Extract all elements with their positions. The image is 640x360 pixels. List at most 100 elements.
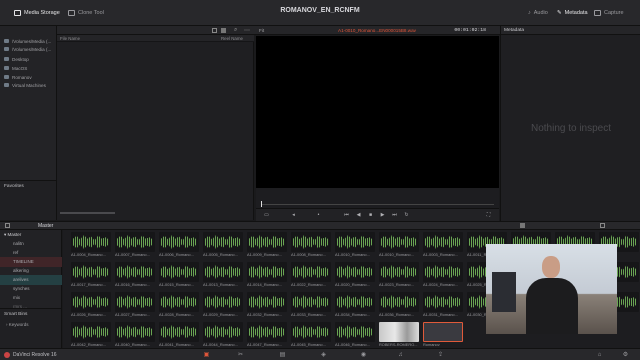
keywords-bin[interactable]: › Keywords — [6, 322, 29, 327]
clip-thumbnail[interactable]: A1-0029_Romano... — [203, 292, 243, 319]
clip-thumbnail[interactable]: A1-0026_Romano... — [71, 292, 111, 319]
clip-thumbnail[interactable]: A1-0009_Romano... — [247, 232, 287, 259]
clip-thumbnail[interactable]: A1-0015_Romano... — [159, 262, 199, 289]
clip-thumbnail[interactable]: A1-0016_Romano... — [115, 262, 155, 289]
clip-thumbnail[interactable]: A1-0047_Romano... — [247, 322, 287, 348]
clip-thumbnail[interactable]: A1-0005_Romano... — [203, 232, 243, 259]
capture-icon — [594, 10, 601, 16]
smart-bins-label: Smart Bins — [4, 312, 28, 317]
clip-preview — [247, 262, 287, 282]
audio-icon: ♪ — [528, 10, 531, 16]
clip-thumbnail[interactable]: A1-0040_Romano... — [115, 322, 155, 348]
clip-thumbnail[interactable]: A1-0008_Romano... — [291, 232, 331, 259]
clip-thumbnail[interactable]: A1-0027_Romano... — [115, 292, 155, 319]
volume-label: Romanov — [12, 74, 32, 80]
go-to-end-icon[interactable]: ⏭ — [392, 213, 397, 218]
clip-thumbnail[interactable]: A1-0044_Romano... — [203, 322, 243, 348]
volume-item[interactable]: Virtual Machines — [4, 81, 46, 89]
volume-item[interactable]: /Volumes/Media (... — [4, 45, 51, 53]
go-to-start-icon[interactable]: ⏮ — [344, 213, 349, 218]
clip-thumbnail[interactable]: A1-0032_Romano... — [247, 292, 287, 319]
clip-thumbnail[interactable]: A1-0004_Romano... — [71, 232, 111, 259]
volume-item[interactable]: /Volumes/Media (... — [4, 37, 51, 45]
clip-thumbnail[interactable]: A1-0023_Romano... — [379, 262, 419, 289]
volume-item[interactable]: Desktop — [4, 55, 29, 63]
clip-thumbnail[interactable]: A1-0013_Romano... — [203, 262, 243, 289]
viewer-canvas[interactable] — [256, 36, 499, 188]
scrollbar[interactable] — [60, 212, 115, 214]
deliver-page-icon[interactable]: ⇪ — [437, 352, 444, 358]
disk-icon — [4, 75, 9, 79]
list-view-icon[interactable] — [212, 28, 217, 33]
playhead[interactable] — [261, 201, 262, 207]
media-storage-tab[interactable]: Media Storage — [14, 8, 60, 18]
master-bin-label: Master — [7, 232, 22, 237]
clip-thumbnail[interactable]: A1-0046_Romano... — [335, 322, 375, 348]
clip-preview — [247, 322, 287, 342]
media-page-icon[interactable]: ▣ — [203, 352, 210, 358]
clip-thumbnail[interactable]: A1-0014_Romano... — [247, 262, 287, 289]
audio-tab[interactable]: ♪ Audio — [528, 8, 548, 18]
clip-thumbnail[interactable]: A1-0017_Romano... — [71, 262, 111, 289]
edit-page-icon[interactable]: ▤ — [279, 352, 286, 358]
audio-waveform — [293, 264, 329, 280]
color-page-icon[interactable]: ◉ — [360, 352, 367, 358]
fairlight-page-icon[interactable]: ♫ — [397, 352, 404, 358]
clip-thumbnail[interactable]: Romanov — [423, 322, 463, 348]
clone-tool-tab[interactable]: Clone Tool — [68, 8, 104, 18]
clip-label: A1-0031_Romano... — [423, 312, 458, 317]
clip-thumbnail[interactable]: A1-0006_Romano... — [159, 232, 199, 259]
clip-thumbnail[interactable]: A1-0028_Romano... — [159, 292, 199, 319]
list-view-icon[interactable] — [600, 223, 605, 228]
audio-waveform — [249, 324, 285, 340]
loop-icon[interactable]: ↻ — [404, 213, 409, 218]
audio-waveform — [161, 234, 197, 250]
clip-thumbnail[interactable]: A1-0010_Romano... — [335, 232, 375, 259]
bin-list-icon[interactable] — [5, 223, 10, 228]
metadata-tab[interactable]: ✎ Metadata — [557, 8, 588, 18]
settings-icon[interactable]: ⚙ — [622, 352, 629, 358]
viewer-options-icon[interactable]: ▭ — [264, 213, 269, 218]
play-icon[interactable]: ▶ — [380, 213, 385, 218]
file-list-panel: ⌕ ⋯ File Name Reel Name — [57, 26, 254, 220]
smart-bins-panel: Smart Bins › Keywords — [0, 308, 62, 348]
options-icon[interactable]: ⋯ — [244, 27, 250, 34]
clip-thumbnail[interactable]: A1-0034_Romano... — [335, 292, 375, 319]
thumbnail-view-icon[interactable] — [520, 223, 525, 228]
volume-label: /Volumes/Media (... — [12, 38, 52, 44]
clip-preview — [71, 292, 111, 312]
fusion-page-icon[interactable]: ◈ — [320, 352, 327, 358]
disk-icon — [4, 47, 9, 51]
clip-thumbnail[interactable]: ROBERS-ROMERO... — [379, 322, 419, 348]
jog-icon[interactable]: • — [316, 213, 321, 218]
stop-icon[interactable]: ■ — [368, 213, 373, 218]
column-file-name[interactable]: File Name — [60, 36, 80, 41]
scrubber-bar[interactable] — [256, 188, 499, 208]
cut-page-icon[interactable]: ✂ — [237, 352, 244, 358]
home-icon[interactable]: ⌂ — [596, 352, 603, 358]
clip-thumbnail[interactable]: A1-0020_Romano... — [335, 262, 375, 289]
clip-thumbnail[interactable]: A1-0033_Romano... — [291, 292, 331, 319]
column-reel-name[interactable]: Reel Name — [221, 36, 243, 41]
play-reverse-icon[interactable]: ◀ — [356, 213, 361, 218]
clip-thumbnail[interactable]: A1-0010_Romano... — [379, 232, 419, 259]
clip-preview — [203, 292, 243, 312]
grid-view-icon[interactable] — [221, 28, 226, 33]
current-bin-title: Master — [38, 223, 54, 229]
fullscreen-icon[interactable]: ⛶ — [486, 213, 491, 218]
volume-item[interactable]: Romanov — [4, 73, 32, 81]
clip-thumbnail[interactable]: A1-0022_Romano... — [291, 262, 331, 289]
volume-item[interactable]: MacOS — [4, 64, 27, 72]
capture-tab[interactable]: Capture — [594, 8, 624, 18]
clip-preview — [115, 322, 155, 342]
clip-thumbnail[interactable]: A1-0031_Romano... — [423, 292, 463, 319]
clip-thumbnail[interactable]: A1-0036_Romano... — [379, 292, 419, 319]
search-icon[interactable]: ⌕ — [234, 27, 237, 34]
clip-thumbnail[interactable]: A1-0007_Romano... — [115, 232, 155, 259]
volume-icon[interactable]: ◂ — [291, 213, 296, 218]
clip-thumbnail[interactable]: A1-0045_Romano... — [291, 322, 331, 348]
clip-thumbnail[interactable]: A1-0041_Romano... — [159, 322, 199, 348]
clip-thumbnail[interactable]: A1-0024_Romano... — [423, 262, 463, 289]
clip-thumbnail[interactable]: A1-0042_Romano... — [71, 322, 111, 348]
clip-thumbnail[interactable]: A1-0003_Romano... — [423, 232, 463, 259]
